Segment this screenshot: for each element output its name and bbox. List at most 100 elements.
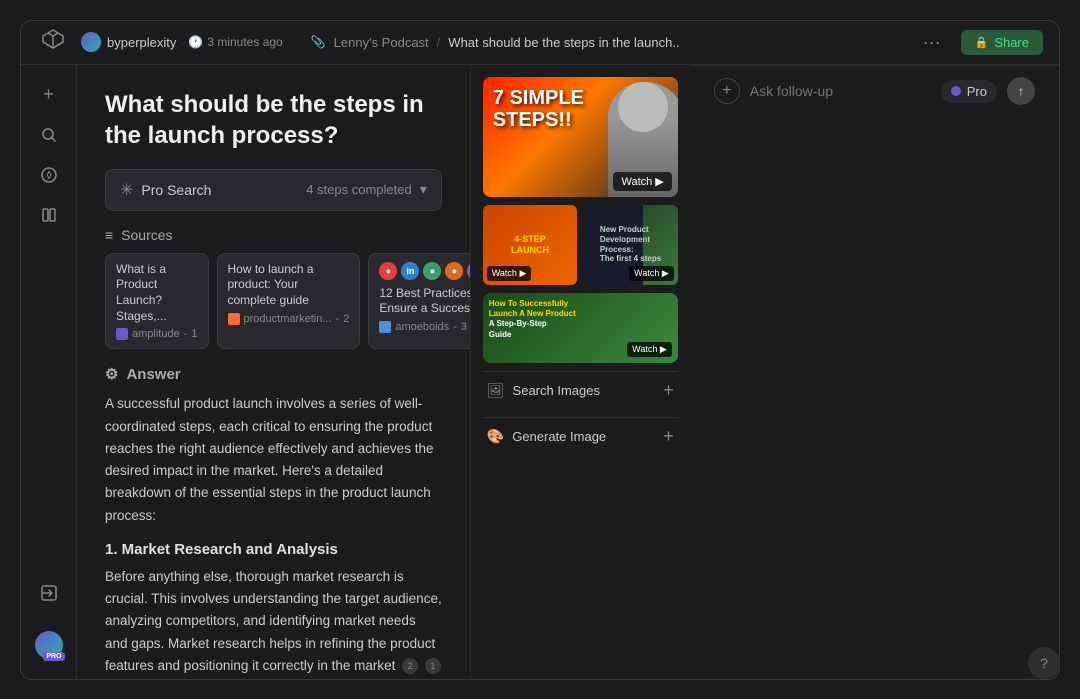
- sidebar-bottom: PRO: [31, 575, 67, 667]
- sources-header: ≡ Sources: [105, 227, 442, 243]
- sources-section: ≡ Sources What is a Product Launch? Stag…: [105, 227, 442, 349]
- main-layout: +: [21, 65, 1059, 679]
- source-dot-1: ●: [379, 262, 397, 280]
- source-meta-3: amoeboids - 3: [379, 321, 469, 333]
- source-card-3[interactable]: ● in ● ● ● ● 12 Best Practices to Ensure…: [368, 253, 469, 349]
- video-label-bottom: How To SuccessfullyLaunch A New ProductA…: [483, 293, 678, 347]
- breadcrumb: 📎 Lenny's Podcast / What should be the s…: [311, 35, 680, 50]
- answer-intro: A successful product launch involves a s…: [105, 393, 442, 527]
- pro-search-label: Pro Search: [141, 182, 211, 198]
- source-name-2: productmarketin...: [244, 313, 332, 325]
- video-row: 4-STEPLAUNCH Watch ▶ New ProductDevelopm…: [483, 205, 678, 285]
- pro-badge: PRO: [43, 652, 64, 661]
- breadcrumb-current: What should be the steps in the launch..: [448, 35, 679, 50]
- page-title: What should be the steps in the launch p…: [105, 89, 442, 151]
- sidebar: +: [21, 65, 77, 679]
- send-button[interactable]: ↑: [1007, 77, 1035, 105]
- pro-toggle[interactable]: Pro: [941, 80, 997, 103]
- answer-section1-title: 1. Market Research and Analysis: [105, 541, 442, 558]
- add-follow-up-button[interactable]: +: [714, 78, 740, 104]
- source-dot-2: in: [401, 262, 419, 280]
- source-num-1: 1: [191, 328, 197, 340]
- generate-image-row[interactable]: 🎨 Generate Image +: [483, 417, 678, 455]
- watch-button-bottom[interactable]: Watch ▶: [627, 342, 672, 357]
- video-card-main[interactable]: 7 SIMPLE STEPS!! Watch ▶: [483, 77, 678, 197]
- app-window: byperplexity 🕐 3 minutes ago 📎 Lenny's P…: [20, 20, 1060, 680]
- pro-star-icon: ✳: [120, 180, 133, 200]
- generate-image-label: Generate Image: [512, 429, 606, 444]
- source-title-2: How to launch a product: Your complete g…: [228, 262, 350, 309]
- app-logo: [37, 26, 69, 58]
- user-profile-icon[interactable]: PRO: [35, 631, 63, 659]
- productmarketing-favicon: [228, 313, 240, 325]
- lock-icon: 🔒: [975, 36, 989, 49]
- watch-button-main[interactable]: Watch ▶: [613, 172, 671, 191]
- chevron-down-icon[interactable]: ▾: [420, 181, 427, 198]
- amoeboids-favicon: [379, 321, 391, 333]
- source-name-3: amoeboids: [395, 321, 449, 333]
- pro-dot: [951, 86, 961, 96]
- answer-section1-text: Before anything else, thorough market re…: [105, 566, 442, 677]
- breadcrumb-separator: /: [437, 35, 441, 50]
- clock-icon: 🕐: [188, 35, 203, 49]
- share-button[interactable]: 🔒 Share: [961, 30, 1043, 55]
- generate-image-left: 🎨 Generate Image: [487, 428, 606, 445]
- bottom-bar: + Pro ↑: [690, 65, 1059, 117]
- sources-grid: What is a Product Launch? Stages,... amp…: [105, 253, 442, 349]
- pro-label: Pro: [967, 84, 987, 99]
- video-card-bottom[interactable]: How To SuccessfullyLaunch A New ProductA…: [483, 293, 678, 363]
- topbar: byperplexity 🕐 3 minutes ago 📎 Lenny's P…: [21, 21, 1059, 65]
- search-images-left: 🖼 Search Images: [487, 382, 600, 399]
- source-name-1: amplitude: [132, 328, 180, 340]
- search-images-plus[interactable]: +: [663, 380, 674, 401]
- source-num-3: 3: [461, 321, 467, 333]
- right-panel: 7 SIMPLE STEPS!! Watch ▶: [470, 65, 690, 679]
- breadcrumb-parent[interactable]: Lenny's Podcast: [334, 35, 429, 50]
- pro-search-status: 4 steps completed: [306, 182, 412, 197]
- pro-search-left: ✳ Pro Search: [120, 180, 211, 200]
- sidebar-item-library[interactable]: [31, 197, 67, 233]
- breadcrumb-icon: 📎: [311, 35, 326, 49]
- video-label-4step: 4-STEPLAUNCH: [507, 230, 553, 260]
- content-area: What should be the steps in the launch p…: [77, 65, 690, 679]
- pro-search-right: 4 steps completed ▾: [306, 181, 427, 198]
- ref-badge-1: 1: [425, 658, 441, 674]
- watch-button-newprod[interactable]: Watch ▶: [629, 266, 674, 281]
- ref-badge-2: 2: [402, 658, 418, 674]
- answer-icon: ⚙: [105, 365, 118, 383]
- source-extra-icons: ● in ● ● ● ●: [379, 262, 469, 280]
- answer-header: ⚙ Answer: [105, 365, 442, 383]
- sidebar-item-add[interactable]: +: [31, 77, 67, 113]
- topbar-user: byperplexity: [81, 32, 176, 52]
- sidebar-export-button[interactable]: [31, 575, 67, 611]
- source-dot-4: ●: [445, 262, 463, 280]
- more-options-button[interactable]: ···: [915, 28, 949, 57]
- time-ago: 3 minutes ago: [207, 35, 282, 49]
- topbar-time: 🕐 3 minutes ago: [188, 35, 282, 49]
- video-title-overlay: 7 SIMPLE STEPS!!: [493, 87, 584, 131]
- source-dot-3: ●: [423, 262, 441, 280]
- watch-button-4step[interactable]: Watch ▶: [487, 266, 532, 281]
- search-images-row[interactable]: 🖼 Search Images +: [483, 371, 678, 409]
- video-label-newprod: New ProductDevelopmentProcess:The first …: [596, 221, 665, 267]
- follow-up-input[interactable]: [750, 83, 931, 99]
- answer-section: ⚙ Answer A successful product launch inv…: [105, 365, 442, 678]
- sidebar-item-search[interactable]: [31, 117, 67, 153]
- video-card-4step[interactable]: 4-STEPLAUNCH Watch ▶: [483, 205, 578, 285]
- generate-image-plus[interactable]: +: [663, 426, 674, 447]
- source-num-2: 2: [343, 313, 349, 325]
- source-meta-2: productmarketin... - 2: [228, 313, 350, 325]
- source-title-3: 12 Best Practices to Ensure a Successful…: [379, 286, 469, 317]
- video-card-newprod[interactable]: New ProductDevelopmentProcess:The first …: [583, 205, 678, 285]
- sidebar-item-discover[interactable]: [31, 157, 67, 193]
- help-button[interactable]: ?: [1028, 647, 1060, 679]
- source-card-1[interactable]: What is a Product Launch? Stages,... amp…: [105, 253, 209, 349]
- user-name: byperplexity: [107, 35, 176, 50]
- source-meta-1: amplitude - 1: [116, 328, 198, 340]
- sources-icon: ≡: [105, 227, 113, 243]
- pro-search-bar[interactable]: ✳ Pro Search 4 steps completed ▾: [105, 169, 442, 211]
- answer-label: Answer: [126, 366, 180, 383]
- amplitude-favicon: [116, 328, 128, 340]
- main-content: What should be the steps in the launch p…: [77, 65, 470, 679]
- source-card-2[interactable]: How to launch a product: Your complete g…: [217, 253, 361, 349]
